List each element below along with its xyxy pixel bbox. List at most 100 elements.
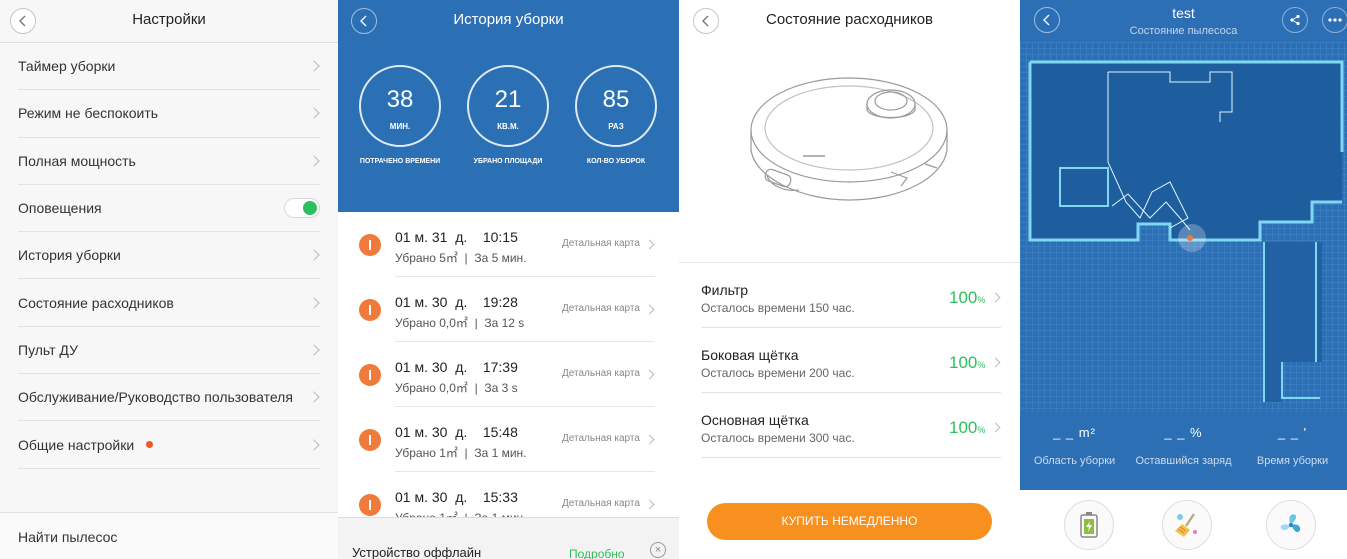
metric-battery: _ _ % Оставшийся заряд [1129,425,1238,467]
metric-value: _ _ ' [1277,425,1308,440]
consumable-percent: 100% [949,418,986,437]
record-date: 01 м. 31 д. 10:15 [395,229,518,245]
control-bar [1020,490,1347,559]
record-icon [359,234,381,256]
settings-item-general[interactable]: Общие настройки [18,421,320,469]
settings-item-consumables[interactable]: Состояние расходников [18,279,320,327]
stat-label: УБРАНО ПЛОЩАДИ [473,158,543,165]
robot-vacuum-illustration [750,77,948,201]
stat-unit: КВ.М. [497,122,519,131]
record-icon [359,494,381,516]
settings-item-full-power[interactable]: Полная мощность [18,138,320,185]
settings-item-timer[interactable]: Таймер уборки [18,43,320,91]
chevron-right-icon [308,391,320,403]
chevron-right-icon [990,357,1001,368]
detail-map-link[interactable]: Детальная карта [562,238,640,249]
chevron-right-icon [990,292,1001,303]
history-record[interactable]: 01 м. 30 д. 15:48 Убрано 1㎡ | За 1 мин. … [338,407,679,472]
consumable-percent: 100% [949,353,986,372]
stat-value: 38 [386,86,414,113]
fan-icon [1280,514,1301,533]
divider [679,262,1020,263]
history-screen: История уборки 38 МИН. ПОТРАЧЕНО ВРЕМЕНИ… [338,0,679,559]
record-date: 01 м. 30 д. 15:48 [395,424,518,440]
find-vacuum-button[interactable]: Найти пылесос [0,512,338,559]
record-summary: Убрано 0,0㎡ | За 3 s [395,381,518,395]
metric-time: _ _ ' Время уборки [1238,425,1347,467]
consumable-percent: 100% [949,288,986,307]
chevron-right-icon [308,155,320,167]
history-record[interactable]: 01 м. 30 д. 17:39 Убрано 0,0㎡ | За 3 s Д… [338,342,679,407]
record-icon [359,429,381,451]
record-summary: Убрано 5㎡ | За 5 мин. [395,251,527,265]
consumable-remaining: Осталось времени 150 час. [701,301,855,315]
metric-value: _ _ m² [1053,425,1096,440]
metric-value: _ _ % [1164,425,1203,440]
settings-item-label: Пульт ДУ [18,341,78,358]
suction-power-button[interactable] [1266,500,1316,550]
detail-map-link[interactable]: Детальная карта [562,433,640,444]
consumable-remaining: Осталось времени 300 час. [701,431,855,445]
consumables-screen: Состояние расходников Фильтр Осталось вр… [679,0,1020,559]
settings-item-label: Режим не беспокоить [18,105,159,122]
record-date: 01 м. 30 д. 15:33 [395,489,518,505]
stat-count: 85 РАЗ [575,65,657,147]
record-icon [359,364,381,386]
settings-item-label: Обслуживание/Руководство пользователя [18,389,293,406]
stat-label: КОЛ-ВО УБОРОК [586,158,646,165]
offline-banner: Устройство оффлайн Подробно × [338,517,679,559]
detail-map-link[interactable]: Детальная карта [562,303,640,314]
settings-item-maintenance[interactable]: Обслуживание/Руководство пользователя [18,374,320,422]
history-record[interactable]: 01 м. 30 д. 19:28 Убрано 0,0㎡ | За 12 s … [338,277,679,342]
broom-icon [1175,513,1197,537]
clean-button[interactable] [1162,500,1212,550]
chevron-right-icon [644,239,655,250]
chevron-right-icon [644,499,655,510]
chevron-right-icon [644,369,655,380]
metric-label: Оставшийся заряд [1135,455,1232,467]
stat-label: ПОТРАЧЕНО ВРЕМЕНИ [359,158,441,165]
consumable-filter[interactable]: Фильтр Осталось времени 150 час. 100% [701,264,1001,328]
detail-map-link[interactable]: Детальная карта [562,498,640,509]
record-date: 01 м. 30 д. 17:39 [395,359,518,375]
toggle-knob [303,201,317,216]
settings-item-label: Таймер уборки [18,58,116,75]
detail-map-link[interactable]: Детальная карта [562,368,640,379]
settings-item-notifications: Оповещения [18,185,320,233]
settings-item-remote[interactable]: Пульт ДУ [18,327,320,375]
stat-unit: РАЗ [608,122,624,131]
stat-value: 21 [494,86,522,113]
settings-screen: Настройки Таймер уборки Режим не беспоко… [0,0,338,559]
settings-item-label: Общие настройки [18,436,135,453]
consumable-name: Фильтр [701,282,749,298]
metric-label: Время уборки [1256,455,1329,467]
settings-item-do-not-disturb[interactable]: Режим не беспокоить [18,90,320,138]
record-icon [359,299,381,321]
consumable-main-brush[interactable]: Основная щётка Осталось времени 300 час.… [701,394,1001,458]
stat-unit: МИН. [389,122,411,131]
close-icon[interactable]: × [650,542,666,558]
chevron-right-icon [308,107,320,120]
buy-now-button[interactable]: КУПИТЬ НЕМЕДЛЕННО [707,503,992,540]
record-summary: Убрано 0,0㎡ | За 12 s [395,316,525,330]
chevron-right-icon [644,304,655,315]
settings-list: Таймер уборки Режим не беспокоить Полная… [0,43,338,469]
chevron-right-icon [308,249,320,261]
stat-time: 38 МИН. [359,65,441,147]
chevron-right-icon [308,296,320,309]
settings-item-history[interactable]: История уборки [18,232,320,280]
offline-details-link[interactable]: Подробно [569,547,625,559]
history-record[interactable]: 01 м. 31 д. 10:15 Убрано 5㎡ | За 5 мин. … [338,212,679,277]
consumable-side-brush[interactable]: Боковая щётка Осталось времени 200 час. … [701,329,1001,393]
history-header: История уборки 38 МИН. ПОТРАЧЕНО ВРЕМЕНИ… [338,0,679,212]
stat-value: 85 [602,86,630,113]
more-button[interactable] [1322,7,1347,33]
share-icon [1290,14,1300,26]
chevron-right-icon [990,422,1001,433]
settings-item-label: Оповещения [18,200,102,217]
notifications-toggle[interactable] [284,198,320,219]
share-button[interactable] [1282,7,1308,33]
settings-item-label: История уборки [18,247,121,264]
dock-button[interactable] [1064,500,1114,550]
stat-area: 21 КВ.М. [467,65,549,147]
